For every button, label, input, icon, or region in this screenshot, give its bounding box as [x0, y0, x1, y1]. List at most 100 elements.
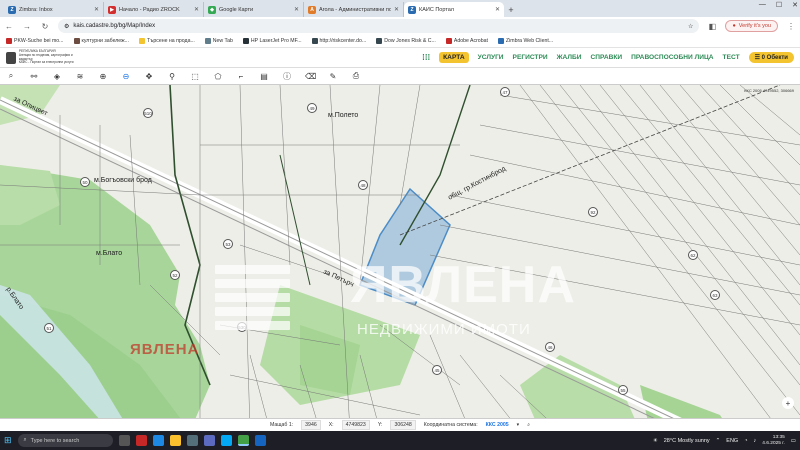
red-watermark: ЯВЛЕНА: [130, 341, 200, 358]
maximize-button[interactable]: ☐: [776, 1, 782, 9]
weather-text[interactable]: 28°C Mostly sunny: [664, 438, 710, 444]
url-input[interactable]: ⚙ kais.cadastre.bg/bg/Map/Index ☆: [58, 19, 700, 33]
nav-item-licensed-persons[interactable]: ПРАВОСПОСОБНИ ЛИЦА: [631, 54, 713, 61]
tab-label: Начало - Радио ZROCK: [119, 6, 180, 13]
search-icon: ⌕: [23, 437, 27, 443]
language-indicator[interactable]: ENG: [726, 438, 738, 444]
skype-icon[interactable]: [220, 435, 232, 446]
bookmark-star-icon[interactable]: ☆: [688, 23, 693, 30]
browser-tab[interactable]: ▶ Начало - Радио ZROCK ✕: [104, 2, 204, 17]
task-view-icon[interactable]: [118, 435, 130, 446]
movie-app-icon[interactable]: [135, 435, 147, 446]
measure-area-icon[interactable]: ⬠: [213, 72, 223, 81]
map-icon[interactable]: ▤: [259, 72, 269, 81]
road-number: 48: [358, 180, 368, 190]
close-icon[interactable]: ✕: [394, 6, 399, 13]
menu-dots-icon[interactable]: ⋮: [786, 22, 796, 31]
reload-icon[interactable]: ↻: [40, 22, 50, 31]
site-info-icon[interactable]: ⚙: [64, 23, 69, 30]
close-window-button[interactable]: ✕: [792, 1, 798, 9]
bookmark-favicon-icon: [445, 38, 452, 44]
weather-icon[interactable]: ☀: [653, 438, 658, 444]
bookmark-item[interactable]: Zimbra Web Client...: [497, 38, 553, 44]
pan-icon[interactable]: ✥: [144, 72, 154, 81]
info-icon[interactable]: ⓘ: [282, 71, 292, 82]
zoom-in-button[interactable]: +: [782, 397, 794, 409]
clock[interactable]: 13:35 4.6.2025 г.: [762, 435, 785, 447]
bookmarks-bar: PKW-Suche bei mo... културни забележ... …: [0, 35, 800, 48]
file-explorer-icon[interactable]: [169, 435, 181, 446]
edge-icon[interactable]: [152, 435, 164, 446]
nav-item-services[interactable]: УСЛУГИ: [478, 54, 504, 61]
tab-favicon-icon: Z: [408, 5, 416, 14]
bookmark-item[interactable]: http://riskcenter.do...: [311, 38, 366, 44]
url-text: kais.cadastre.bg/bg/Map/Index: [73, 23, 156, 29]
apps-grid-icon[interactable]: ⁞⁞⁞: [422, 53, 430, 62]
draw-icon[interactable]: ✎: [328, 72, 338, 81]
zoom-out-icon[interactable]: ⊖: [121, 72, 131, 81]
bookmark-item[interactable]: Търсене на прода...: [138, 38, 195, 44]
nav-item-test[interactable]: ТЕСТ: [723, 54, 740, 61]
layers-icon[interactable]: ◈: [52, 72, 62, 81]
close-icon[interactable]: ✕: [294, 6, 299, 13]
cadastral-map[interactable]: ККС 2005 4749552, 306669 м.Полето м.Богъ…: [0, 85, 800, 431]
road-number: 52: [170, 270, 180, 280]
nav-item-complaints[interactable]: ЖАЛБИ: [557, 54, 582, 61]
volume-icon[interactable]: ♪: [754, 438, 757, 444]
coord-system-select[interactable]: ККС 2005: [486, 422, 509, 428]
tray-chevron-icon[interactable]: ⌃: [716, 438, 721, 444]
taskbar-search-input[interactable]: ⌕ Type here to search: [17, 434, 113, 447]
route-icon[interactable]: ⚯: [29, 72, 39, 81]
browser-tab[interactable]: Z Zimbra: Inbox ✕: [4, 2, 104, 17]
clear-icon[interactable]: ⌫: [305, 72, 316, 81]
close-icon[interactable]: ✕: [495, 6, 500, 13]
chrome-icon[interactable]: [237, 435, 249, 446]
minimize-button[interactable]: —: [759, 1, 766, 9]
objects-button[interactable]: ☰ 0 Обекти: [748, 52, 794, 63]
close-icon[interactable]: ✕: [194, 6, 199, 13]
chevron-down-icon[interactable]: ▾: [517, 422, 520, 428]
browser-tab[interactable]: ◆ Google Карти ✕: [204, 2, 304, 17]
back-arrow-icon[interactable]: ←: [4, 22, 14, 31]
nav-item-map[interactable]: КАРТА: [439, 52, 469, 63]
stack-icon[interactable]: ≋: [75, 72, 85, 81]
bookmark-favicon-icon: [138, 38, 145, 44]
windows-start-icon[interactable]: ⊞: [4, 435, 12, 446]
print-icon[interactable]: ⎙: [351, 71, 361, 81]
network-icon[interactable]: ◔: [744, 438, 747, 444]
road-number: 49: [307, 103, 317, 113]
os-taskbar: ⊞ ⌕ Type here to search ☀ 28°C Mostly su…: [0, 431, 800, 450]
notifications-icon[interactable]: ▭: [791, 438, 796, 444]
search-icon[interactable]: ⌕: [527, 422, 530, 429]
agency-logo[interactable]: РЕПУБЛИКА БЪЛГАРИЯ Агенция по геодезия, …: [6, 50, 86, 64]
nav-item-registers[interactable]: РЕГИСТРИ: [513, 54, 548, 61]
scale-input[interactable]: 3946: [301, 420, 321, 430]
bookmark-item[interactable]: HP LaserJet Pro MF...: [242, 38, 302, 44]
bookmark-item[interactable]: Adobe Acrobat: [445, 38, 488, 44]
new-tab-button[interactable]: +: [504, 2, 518, 17]
bookmark-item[interactable]: културни забележ...: [73, 38, 129, 44]
extensions-icon[interactable]: ◧: [707, 22, 717, 31]
scale-label: Мащаб 1:: [270, 422, 294, 428]
bookmark-label: Dow Jones Risk & C...: [384, 38, 436, 44]
road-number: 50: [80, 177, 90, 187]
search-icon[interactable]: ⌕: [6, 71, 16, 81]
teams-icon[interactable]: [203, 435, 215, 446]
store-icon[interactable]: [186, 435, 198, 446]
outlook-icon[interactable]: [254, 435, 266, 446]
bookmark-item[interactable]: PKW-Suche bei mo...: [6, 38, 64, 44]
bookmark-item[interactable]: Dow Jones Risk & C...: [376, 38, 436, 44]
verify-button[interactable]: ● Verify it's you: [725, 20, 778, 32]
zoom-in-icon[interactable]: ⊕: [98, 72, 108, 81]
bookmark-item[interactable]: New Tab: [204, 38, 233, 44]
browser-tab-active[interactable]: Z КАИС Портал ✕: [404, 2, 504, 17]
map-status-bar: Мащаб 1: 3946 X: 4749823 Y: 306248 Коорд…: [0, 418, 800, 431]
pin-icon[interactable]: ⚲: [167, 72, 177, 81]
tab-label: КАИС Портал: [419, 6, 455, 13]
close-icon[interactable]: ✕: [94, 6, 99, 13]
browser-tab[interactable]: A Агола - Административни по ✕: [304, 2, 404, 17]
forward-arrow-icon[interactable]: →: [22, 22, 32, 31]
nav-item-reports[interactable]: СПРАВКИ: [591, 54, 623, 61]
select-parcel-icon[interactable]: ⬚: [190, 72, 200, 81]
measure-distance-icon[interactable]: ⌐: [236, 72, 246, 81]
